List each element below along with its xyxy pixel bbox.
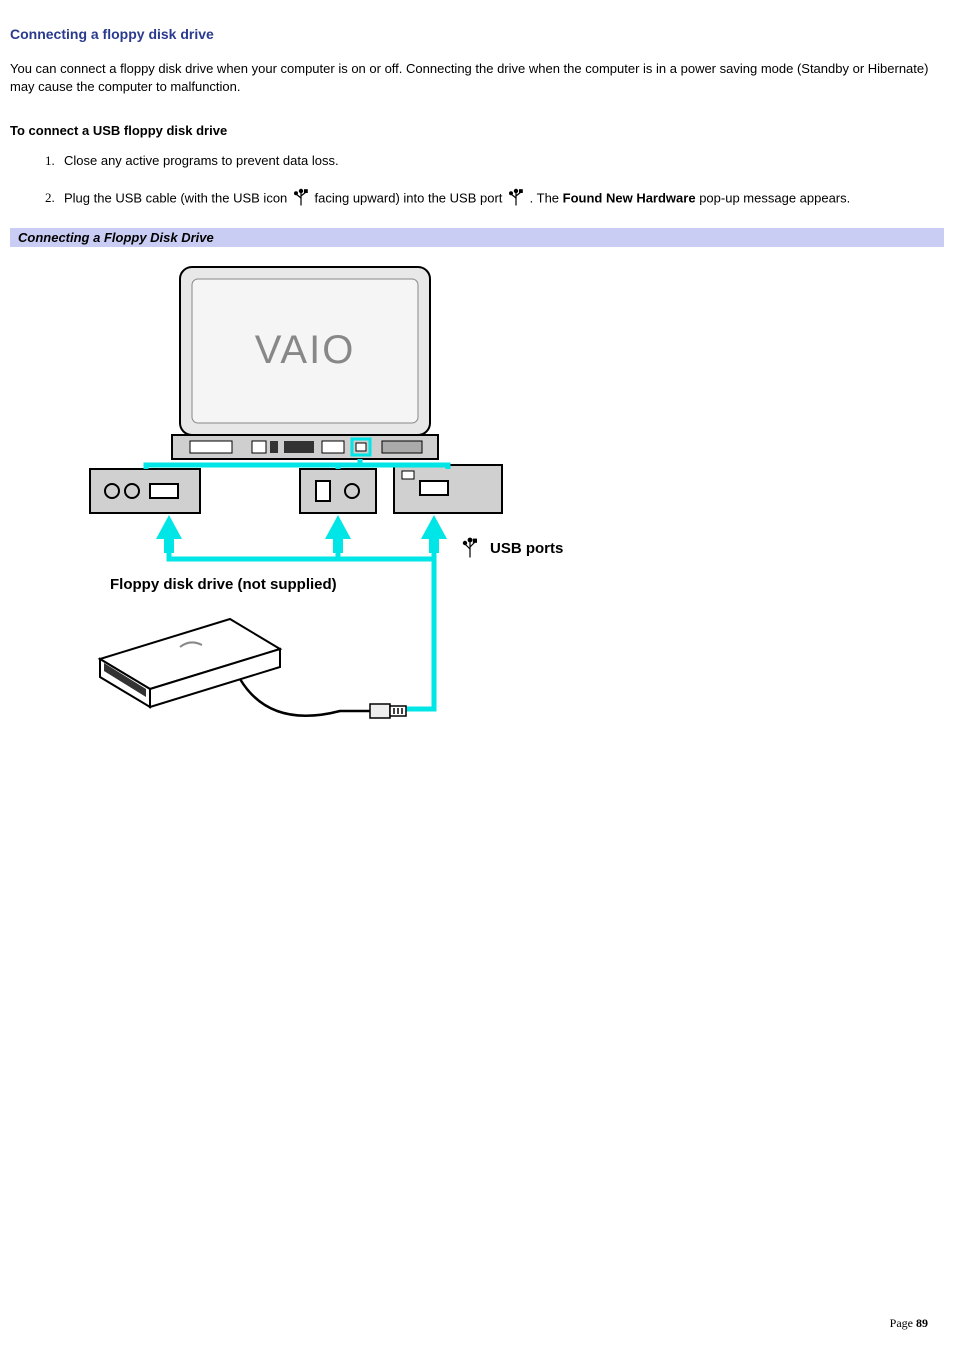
page-heading: Connecting a floppy disk drive [10,26,944,42]
usb-ports-label-group: USB ports [463,538,563,557]
usb-icon [508,188,524,211]
step-2-text-post: pop-up message appears. [699,190,850,205]
page-number-value: 89 [916,1316,928,1330]
page-number: Page 89 [890,1316,928,1331]
step-2-text-pre: Plug the USB cable (with the USB icon [64,190,291,205]
step-2: Plug the USB cable (with the USB icon fa… [58,188,944,211]
figure-caption: Connecting a Floppy Disk Drive [10,228,944,247]
intro-paragraph: You can connect a floppy disk drive when… [10,60,944,95]
connection-diagram: VAIO [70,259,570,739]
step-2-text-mid2: . The [530,190,563,205]
port-box-mid [300,469,376,513]
laptop-logo-text: VAIO [255,328,356,372]
step-1: Close any active programs to prevent dat… [58,152,944,170]
step-2-bold: Found New Hardware [563,190,696,205]
step-2-text-mid1: facing upward) into the USB port [315,190,507,205]
laptop-illustration: VAIO [172,267,438,459]
floppy-drive-illustration [100,619,280,707]
port-box-right [394,465,502,513]
port-box-left [90,469,200,513]
floppy-drive-label: Floppy disk drive (not supplied) [110,576,337,593]
steps-list: Close any active programs to prevent dat… [10,152,944,210]
usb-icon [293,188,309,211]
sub-heading: To connect a USB floppy disk drive [10,123,944,138]
page-label: Page [890,1316,916,1330]
usb-ports-label: USB ports [490,540,563,557]
